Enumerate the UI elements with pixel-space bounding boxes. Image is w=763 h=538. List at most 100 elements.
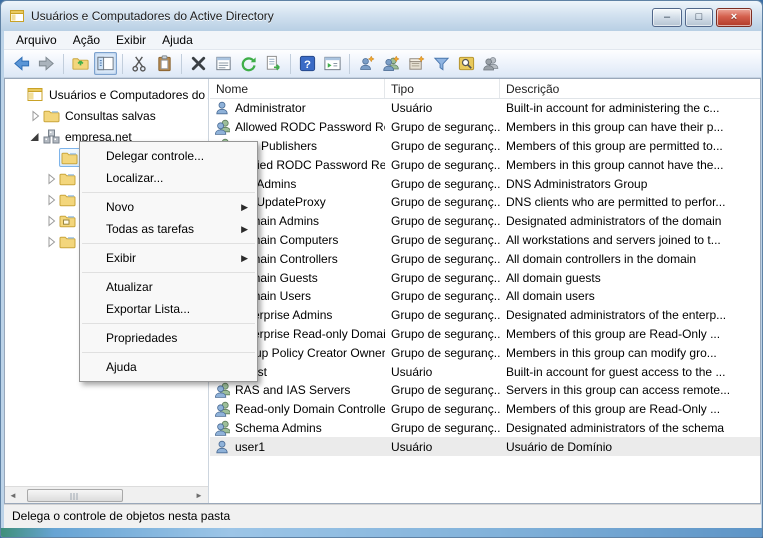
- context-menu-item-ajuda[interactable]: Ajuda: [80, 356, 257, 378]
- cell-name: Allowed RODC Password Re...: [235, 120, 385, 135]
- scroll-right-arrow-icon[interactable]: ►: [191, 488, 207, 503]
- scroll-left-arrow-icon[interactable]: ◄: [5, 488, 21, 503]
- user-icon: [214, 100, 230, 116]
- tree-horizontal-scrollbar[interactable]: ◄ ►: [5, 486, 208, 503]
- context-menu-item-exportar-lista[interactable]: Exportar Lista...: [80, 298, 257, 320]
- table-row[interactable]: Group Policy Creator Owners Grupo de segu…: [210, 343, 760, 362]
- table-row[interactable]: DnsAdmins Grupo de seguranç... DNS Adminis…: [210, 174, 760, 193]
- back-icon: [12, 54, 31, 73]
- context-menu-item-atualizar[interactable]: Atualizar: [80, 276, 257, 298]
- toolbar-help-button[interactable]: ?: [296, 52, 319, 75]
- toolbar-new-ou-button[interactable]: [405, 52, 428, 75]
- toolbar-show-console-tree-button[interactable]: [94, 52, 117, 75]
- paste-icon: [155, 54, 174, 73]
- cell-desc: All domain guests: [506, 270, 601, 285]
- cell-type: Grupo de seguranç...: [391, 289, 500, 304]
- table-row[interactable]: Domain Controllers Grupo de seguranç... Al…: [210, 249, 760, 268]
- table-row[interactable]: Read-only Domain Controllers Grupo de seg…: [210, 400, 760, 419]
- cell-type: Grupo de seguranç...: [391, 270, 500, 285]
- column-header-type[interactable]: Tipo: [385, 79, 500, 98]
- domain-icon: [43, 129, 60, 144]
- column-header-name[interactable]: Nome: [210, 79, 385, 98]
- table-row[interactable]: Administrator Usuário Built-in account for…: [210, 99, 760, 118]
- cell-type: Grupo de seguranç...: [391, 420, 500, 435]
- refresh-icon: [239, 54, 258, 73]
- table-row[interactable]: Domain Guests Grupo de seguranç... All dom…: [210, 268, 760, 287]
- maximize-button[interactable]: □: [685, 8, 713, 27]
- table-row[interactable]: GuestUsuárioBuilt-in account for guest a…: [210, 362, 760, 381]
- table-row[interactable]: Schema Admins Grupo de seguranç... Designa…: [210, 419, 760, 438]
- toolbar-properties-button[interactable]: [212, 52, 235, 75]
- toolbar-new-group-button[interactable]: [380, 52, 403, 75]
- menu-ajuda[interactable]: Ajuda: [154, 31, 201, 49]
- table-row[interactable]: Domain Computers Grupo de seguranç... All …: [210, 231, 760, 250]
- properties-icon: [214, 54, 233, 73]
- expander-expanded-icon[interactable]: [27, 129, 43, 145]
- toolbar-forward-button[interactable]: [35, 52, 58, 75]
- table-row[interactable]: Enterprise Read-only Domai... Grupo de se…: [210, 325, 760, 344]
- context-menu-item-todas-as-tarefas[interactable]: Todas as tarefas ▶: [80, 218, 257, 240]
- table-row[interactable]: Denied RODC Password Repl...Grupo de seg…: [210, 155, 760, 174]
- folder-icon: [59, 192, 76, 207]
- table-row[interactable]: Cert Publishers Grupo de seguranç... Membe…: [210, 137, 760, 156]
- context-menu: Delegar controle... Localizar... Novo ▶ Toda…: [79, 141, 258, 382]
- titlebar[interactable]: Usuários e Computadores do Active Direct…: [1, 1, 762, 31]
- table-row[interactable]: Allowed RODC Password Re... Grupo de segu…: [210, 118, 760, 137]
- menu-exibir[interactable]: Exibir: [108, 31, 154, 49]
- cell-type: Usuário: [391, 364, 433, 379]
- close-button[interactable]: ×: [716, 8, 752, 27]
- cell-desc: All workstations and servers joined to t…: [506, 232, 721, 247]
- toolbar-filter-button[interactable]: [430, 52, 453, 75]
- forward-icon: [37, 54, 56, 73]
- scrollbar-thumb[interactable]: [27, 489, 123, 502]
- cell-desc: Members in this group can have their p..…: [506, 120, 724, 135]
- tree-item-body: [59, 192, 81, 207]
- cell-desc: Members in this group cannot have the...: [506, 157, 724, 172]
- context-menu-item-exibir[interactable]: Exibir ▶: [80, 247, 257, 269]
- toolbar-back-button[interactable]: [10, 52, 33, 75]
- folder-icon: [61, 150, 78, 165]
- toolbar-separator: [181, 53, 182, 74]
- toolbar-delete-button[interactable]: [187, 52, 210, 75]
- toolbar-up-level-button[interactable]: [69, 52, 92, 75]
- toolbar-new-user-button[interactable]: [355, 52, 378, 75]
- toolbar-cut-button[interactable]: [128, 52, 151, 75]
- context-menu-item-propriedades[interactable]: Propriedades: [80, 327, 257, 349]
- toolbar-new-window-button[interactable]: [321, 52, 344, 75]
- table-row[interactable]: DnsUpdateProxy Grupo de seguranç... DNS cl…: [210, 193, 760, 212]
- menu-acao[interactable]: Ação: [65, 31, 108, 49]
- expander-collapsed-icon[interactable]: [43, 213, 59, 229]
- expander-collapsed-icon[interactable]: [27, 108, 43, 124]
- toolbar-export-list-button[interactable]: [262, 52, 285, 75]
- table-row[interactable]: Domain Users Grupo de seguranç... All doma…: [210, 287, 760, 306]
- cell-desc: Members of this group are Read-Only ...: [506, 326, 721, 341]
- toolbar-select-users-button[interactable]: [480, 52, 503, 75]
- table-row[interactable]: Enterprise Admins Grupo de seguranç... Des…: [210, 306, 760, 325]
- toolbar-separator: [290, 53, 291, 74]
- minimize-button[interactable]: –: [652, 8, 682, 27]
- select-users-icon: [482, 54, 501, 73]
- column-header-description[interactable]: Descrição: [500, 79, 760, 98]
- table-row[interactable]: user1 Usuário Usuário de Domínio: [210, 437, 760, 457]
- expander-collapsed-icon[interactable]: [43, 192, 59, 208]
- folder-icon: [59, 171, 76, 186]
- cell-desc: All domain controllers in the domain: [506, 251, 697, 266]
- toolbar-refresh-button[interactable]: [237, 52, 260, 75]
- table-row[interactable]: RAS and IAS Servers Grupo de seguranç... S…: [210, 381, 760, 400]
- cell-desc: Servers in this group can access remote.…: [506, 383, 731, 398]
- tree-item[interactable]: Consultas salvas: [5, 105, 208, 126]
- toolbar-paste-button[interactable]: [153, 52, 176, 75]
- context-menu-item-localizar[interactable]: Localizar...: [80, 167, 257, 189]
- context-menu-item-novo[interactable]: Novo ▶: [80, 196, 257, 218]
- cell-type: Grupo de seguranç...: [391, 345, 500, 360]
- expander-collapsed-icon[interactable]: [43, 234, 59, 250]
- context-menu-item-delegar-controle[interactable]: Delegar controle...: [80, 145, 257, 167]
- cell-name: Read-only Domain Controllers: [235, 402, 385, 417]
- cell-desc: Members of this group are permitted to..…: [506, 138, 723, 153]
- table-row[interactable]: Domain Admins Grupo de seguranç... Designa…: [210, 212, 760, 231]
- tree-item[interactable]: Usuários e Computadores do Ac: [5, 84, 208, 105]
- menu-arquivo[interactable]: Arquivo: [8, 31, 65, 49]
- toolbar-find-button[interactable]: [455, 52, 478, 75]
- new-ou-icon: [407, 54, 426, 73]
- expander-collapsed-icon[interactable]: [43, 171, 59, 187]
